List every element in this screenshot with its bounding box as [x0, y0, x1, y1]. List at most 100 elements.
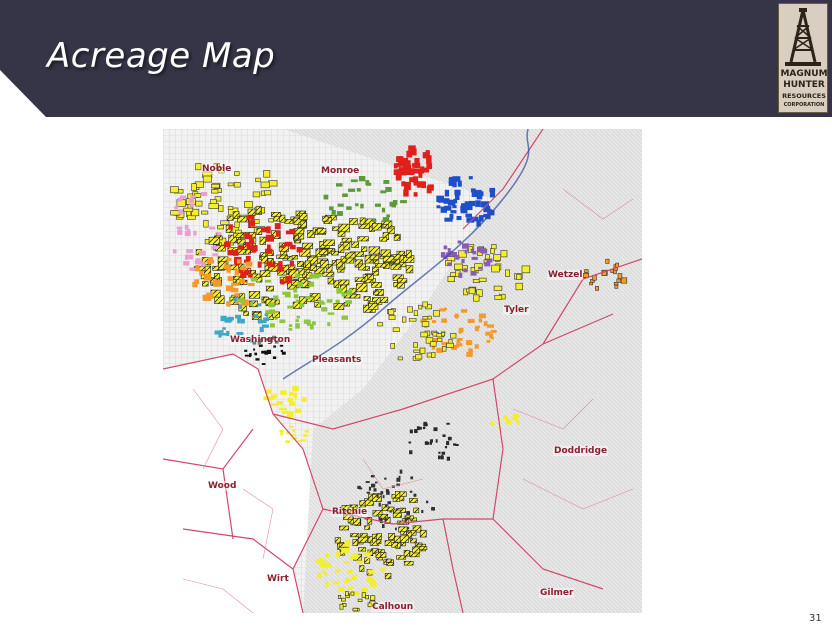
acreage-parcel	[298, 439, 302, 442]
acreage-parcel	[234, 293, 240, 297]
acreage-parcel	[358, 263, 366, 271]
acreage-parcel	[386, 188, 391, 191]
acreage-parcel	[345, 591, 349, 597]
acreage-parcel	[431, 352, 436, 358]
acreage-parcel	[437, 337, 443, 342]
acreage-parcel	[296, 315, 300, 319]
acreage-parcel	[249, 353, 252, 357]
acreage-parcel	[446, 441, 450, 446]
acreage-parcel	[341, 597, 346, 602]
acreage-map: Noble Monroe Washington Pleasants Tyler …	[163, 129, 642, 613]
acreage-parcel	[446, 456, 450, 461]
acreage-parcel	[226, 301, 231, 307]
acreage-parcel	[280, 349, 283, 352]
acreage-parcel	[325, 581, 329, 588]
acreage-parcel	[478, 266, 482, 270]
acreage-parcel	[295, 323, 300, 329]
acreage-parcel	[342, 193, 348, 197]
acreage-parcel	[382, 256, 395, 263]
acreage-parcel	[237, 318, 241, 324]
acreage-parcel	[460, 207, 468, 214]
acreage-parcel	[441, 346, 447, 352]
acreage-parcel	[199, 270, 203, 276]
acreage-parcel	[321, 307, 328, 312]
acreage-parcel	[237, 245, 244, 250]
acreage-parcel	[356, 188, 361, 192]
acreage-parcel	[279, 344, 284, 347]
acreage-parcel	[234, 268, 239, 275]
acreage-parcel	[360, 203, 364, 209]
acreage-parcel	[412, 546, 421, 554]
acreage-parcel	[431, 507, 435, 511]
acreage-parcel	[195, 259, 200, 264]
acreage-parcel	[457, 180, 462, 187]
acreage-parcel	[345, 300, 352, 304]
acreage-parcel	[203, 273, 211, 281]
acreage-parcel	[402, 316, 407, 323]
acreage-parcel	[341, 292, 346, 297]
acreage-parcel	[395, 527, 397, 531]
acreage-parcel	[270, 403, 278, 406]
acreage-parcel	[409, 490, 413, 493]
acreage-parcel	[287, 305, 294, 309]
acreage-parcel	[260, 181, 270, 189]
acreage-parcel	[277, 270, 287, 276]
acreage-parcel	[248, 220, 255, 227]
acreage-parcel	[458, 272, 463, 278]
acreage-parcel	[217, 225, 225, 230]
acreage-parcel	[273, 345, 276, 348]
acreage-parcel	[372, 223, 382, 231]
acreage-parcel	[446, 422, 450, 425]
acreage-parcel	[429, 341, 437, 347]
acreage-parcel	[399, 469, 403, 474]
acreage-parcel	[220, 220, 230, 225]
acreage-parcel	[188, 197, 194, 203]
acreage-parcel	[413, 349, 421, 353]
acreage-parcel	[301, 439, 306, 442]
acreage-parcel	[382, 224, 389, 229]
acreage-parcel	[444, 446, 448, 449]
acreage-parcel	[261, 227, 268, 233]
acreage-parcel	[239, 305, 243, 309]
acreage-parcel	[189, 267, 196, 271]
acreage-parcel	[418, 426, 422, 430]
acreage-parcel	[350, 591, 355, 596]
acreage-parcel	[373, 488, 377, 492]
acreage-parcel	[403, 560, 414, 566]
acreage-parcel	[251, 245, 258, 252]
acreage-parcel	[188, 254, 194, 260]
acreage-parcel	[474, 326, 479, 332]
acreage-parcel	[347, 586, 353, 590]
acreage-parcel	[470, 188, 476, 193]
acreage-parcel	[295, 319, 299, 323]
acreage-parcel	[278, 261, 283, 267]
acreage-parcel	[304, 260, 311, 268]
acreage-parcel	[456, 338, 461, 343]
acreage-parcel	[410, 538, 417, 544]
acreage-parcel	[322, 215, 329, 222]
acreage-parcel	[203, 220, 209, 228]
acreage-parcel	[470, 271, 477, 276]
acreage-parcel	[326, 299, 333, 303]
acreage-parcel	[447, 262, 452, 267]
acreage-parcel	[274, 317, 278, 320]
acreage-parcel	[254, 352, 258, 356]
acreage-parcel	[384, 477, 387, 480]
acreage-map-image	[163, 129, 642, 613]
acreage-parcel	[183, 207, 194, 212]
acreage-parcel	[348, 188, 355, 192]
acreage-parcel	[244, 349, 248, 352]
acreage-parcel	[397, 356, 403, 361]
acreage-parcel	[490, 330, 497, 333]
acreage-parcel	[361, 592, 366, 598]
acreage-parcel	[309, 274, 315, 279]
acreage-parcel	[429, 441, 432, 445]
acreage-parcel	[255, 177, 261, 183]
acreage-parcel	[390, 343, 395, 349]
acreage-parcel	[183, 261, 190, 266]
acreage-parcel	[409, 450, 413, 455]
acreage-parcel	[490, 421, 495, 426]
acreage-parcel	[201, 281, 209, 287]
acreage-parcel	[456, 216, 462, 221]
acreage-parcel	[338, 595, 342, 599]
